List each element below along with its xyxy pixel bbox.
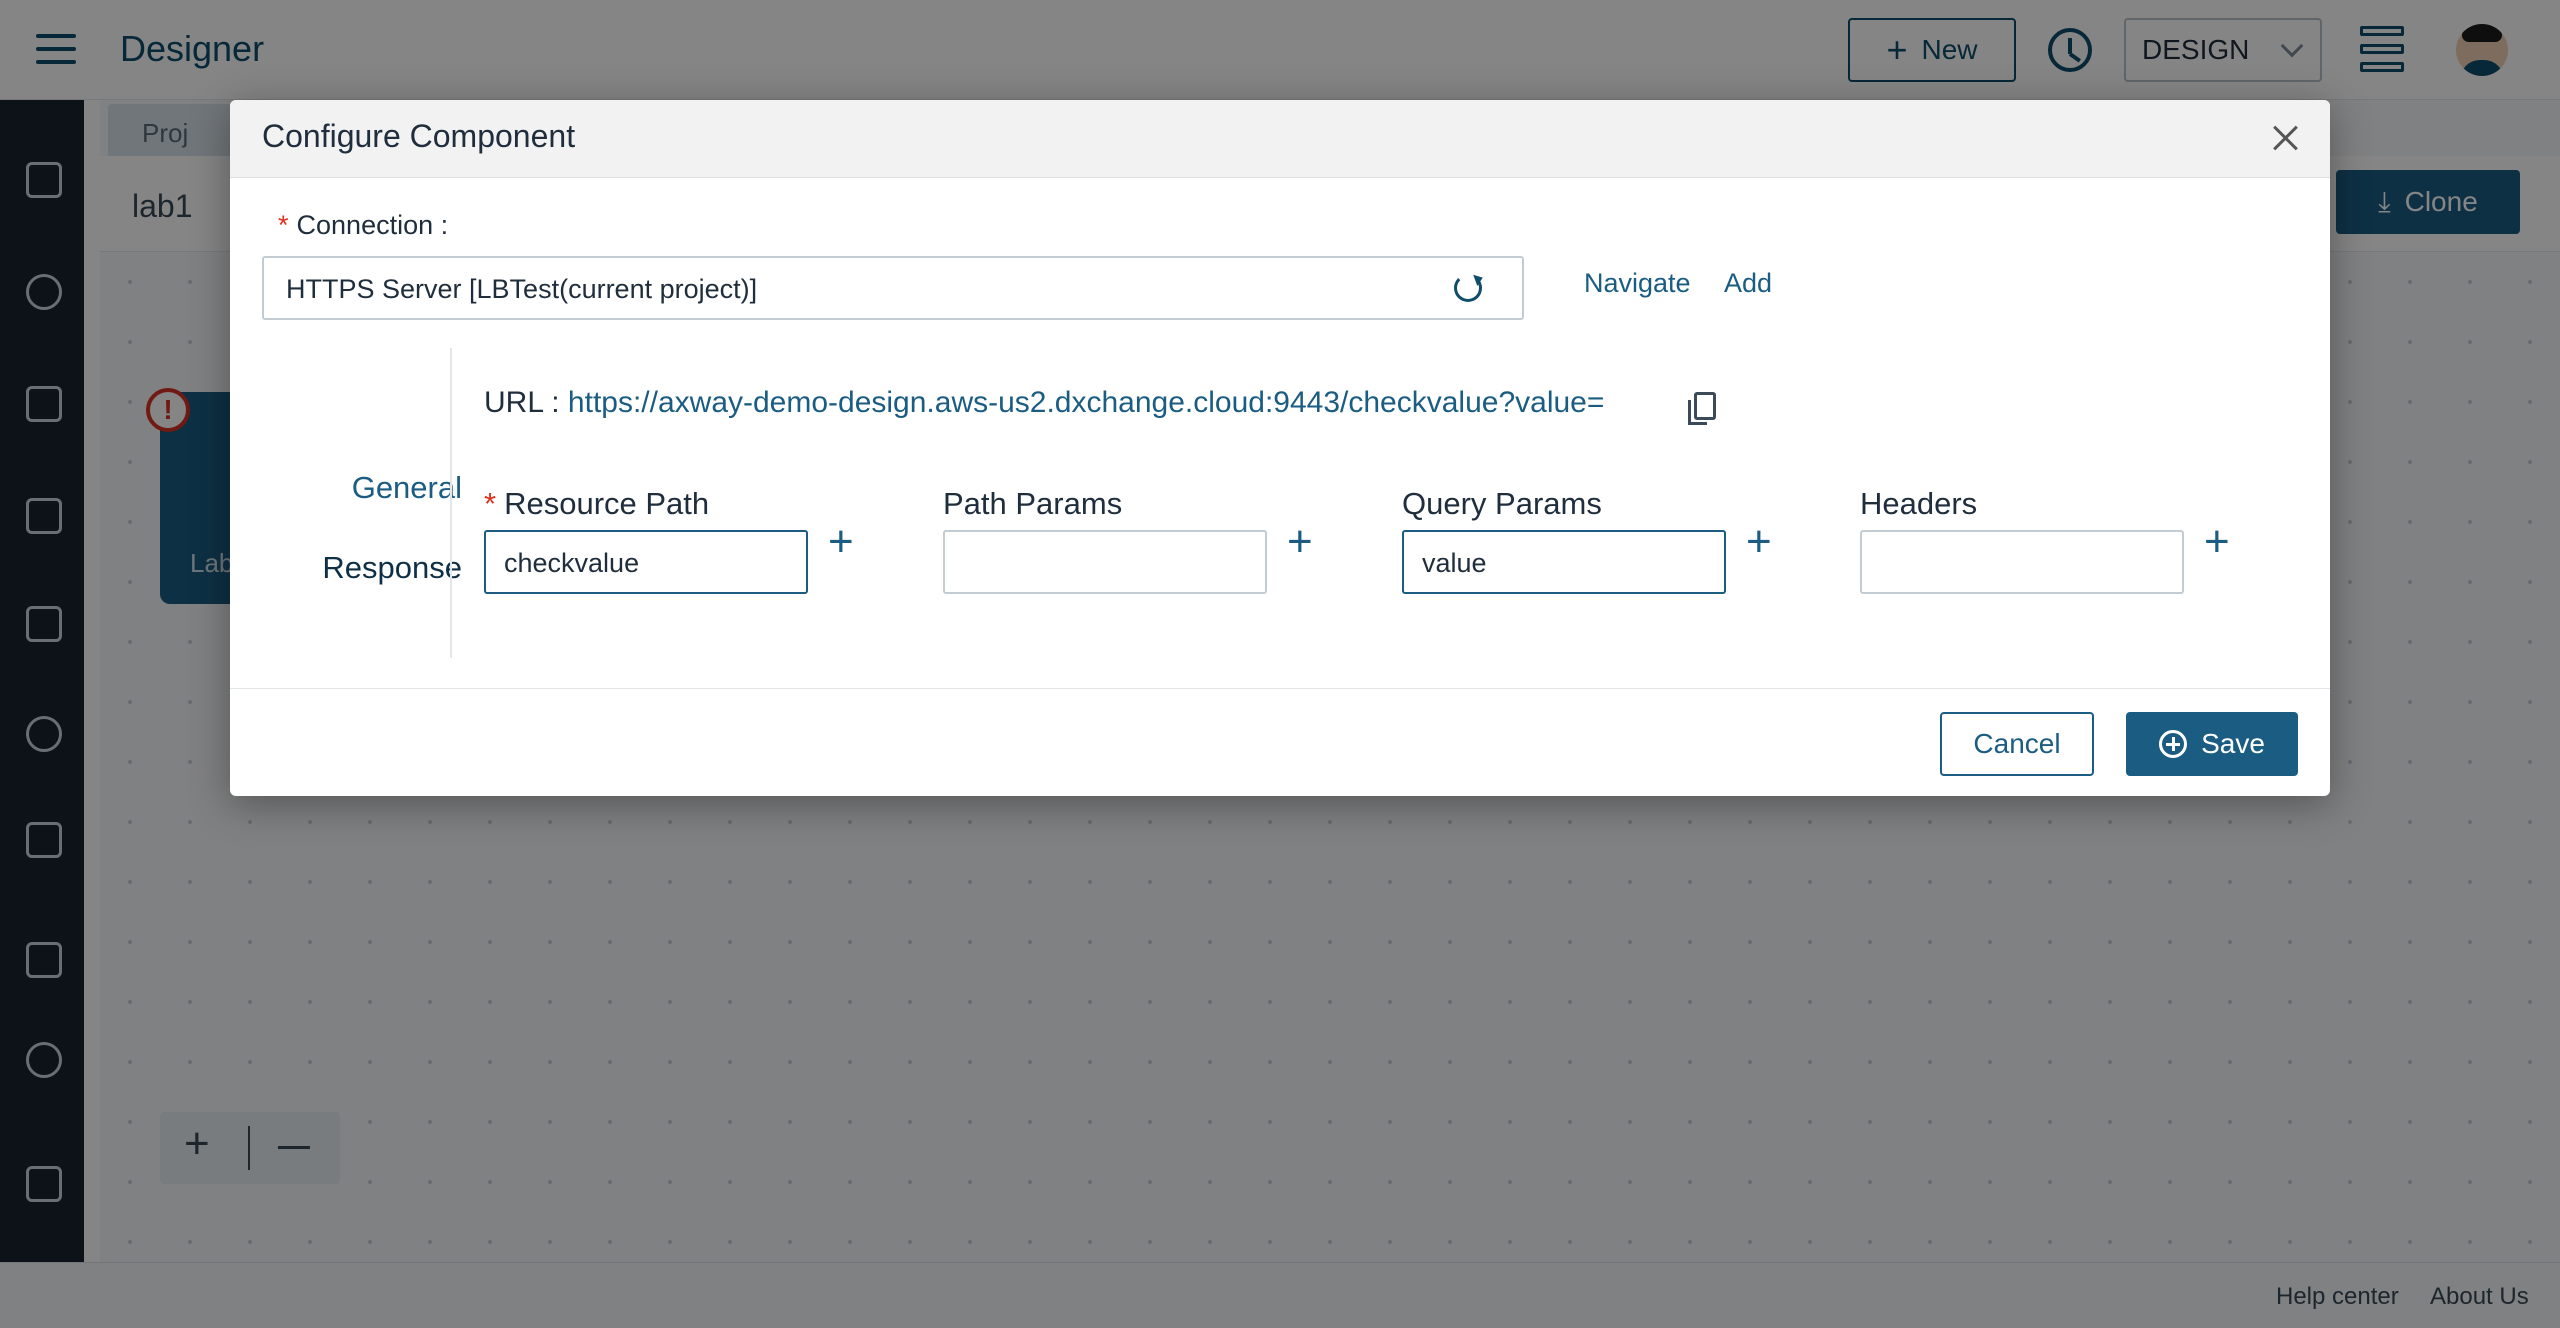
connection-label-text: Connection :: [296, 210, 449, 240]
url-label: URL :: [484, 386, 560, 419]
plus-circle-icon: [2159, 730, 2188, 758]
close-icon[interactable]: [2272, 124, 2300, 152]
resource-path-input[interactable]: checkvalue: [484, 530, 808, 594]
tab-response[interactable]: Response: [322, 550, 462, 586]
resource-path-label-text: Resource Path: [504, 486, 710, 521]
save-button-label: Save: [2201, 728, 2265, 759]
copy-icon[interactable]: [1688, 392, 1716, 425]
connection-label: * Connection :: [278, 210, 448, 241]
vertical-tabs: General Response: [262, 310, 462, 620]
add-query-param-plus-icon[interactable]: +: [1746, 520, 1772, 564]
url-link[interactable]: https://axway-demo-design.aws-us2.dxchan…: [568, 386, 1604, 419]
path-params-label: Path Params: [943, 486, 1123, 521]
query-params-label: Query Params: [1402, 486, 1602, 521]
add-path-param-plus-icon[interactable]: +: [1287, 520, 1313, 564]
add-resource-path-plus-icon[interactable]: +: [828, 520, 854, 564]
dialog-header: Configure Component: [230, 100, 2330, 178]
headers-input[interactable]: [1860, 530, 2184, 594]
add-link[interactable]: Add: [1724, 268, 1772, 299]
tab-divider: [450, 348, 452, 658]
path-params-input[interactable]: [943, 530, 1267, 594]
required-marker: *: [278, 210, 289, 240]
headers-label: Headers: [1860, 486, 1978, 521]
cancel-button[interactable]: Cancel: [1940, 712, 2094, 776]
save-button[interactable]: Save: [2126, 712, 2298, 776]
configure-component-dialog: Configure Component * Connection : HTTPS …: [230, 100, 2330, 796]
add-header-plus-icon[interactable]: +: [2204, 520, 2230, 564]
navigate-link[interactable]: Navigate: [1584, 268, 1691, 299]
tab-general[interactable]: General: [352, 470, 462, 506]
url-row: URL : https://axway-demo-design.aws-us2.…: [484, 386, 1604, 420]
query-params-input[interactable]: value: [1402, 530, 1726, 594]
required-marker: *: [484, 486, 497, 521]
resource-path-label: * Resource Path: [484, 486, 709, 522]
dialog-title: Configure Component: [262, 118, 576, 154]
refresh-icon[interactable]: [1454, 274, 1482, 302]
dialog-footer-divider: [230, 688, 2330, 689]
